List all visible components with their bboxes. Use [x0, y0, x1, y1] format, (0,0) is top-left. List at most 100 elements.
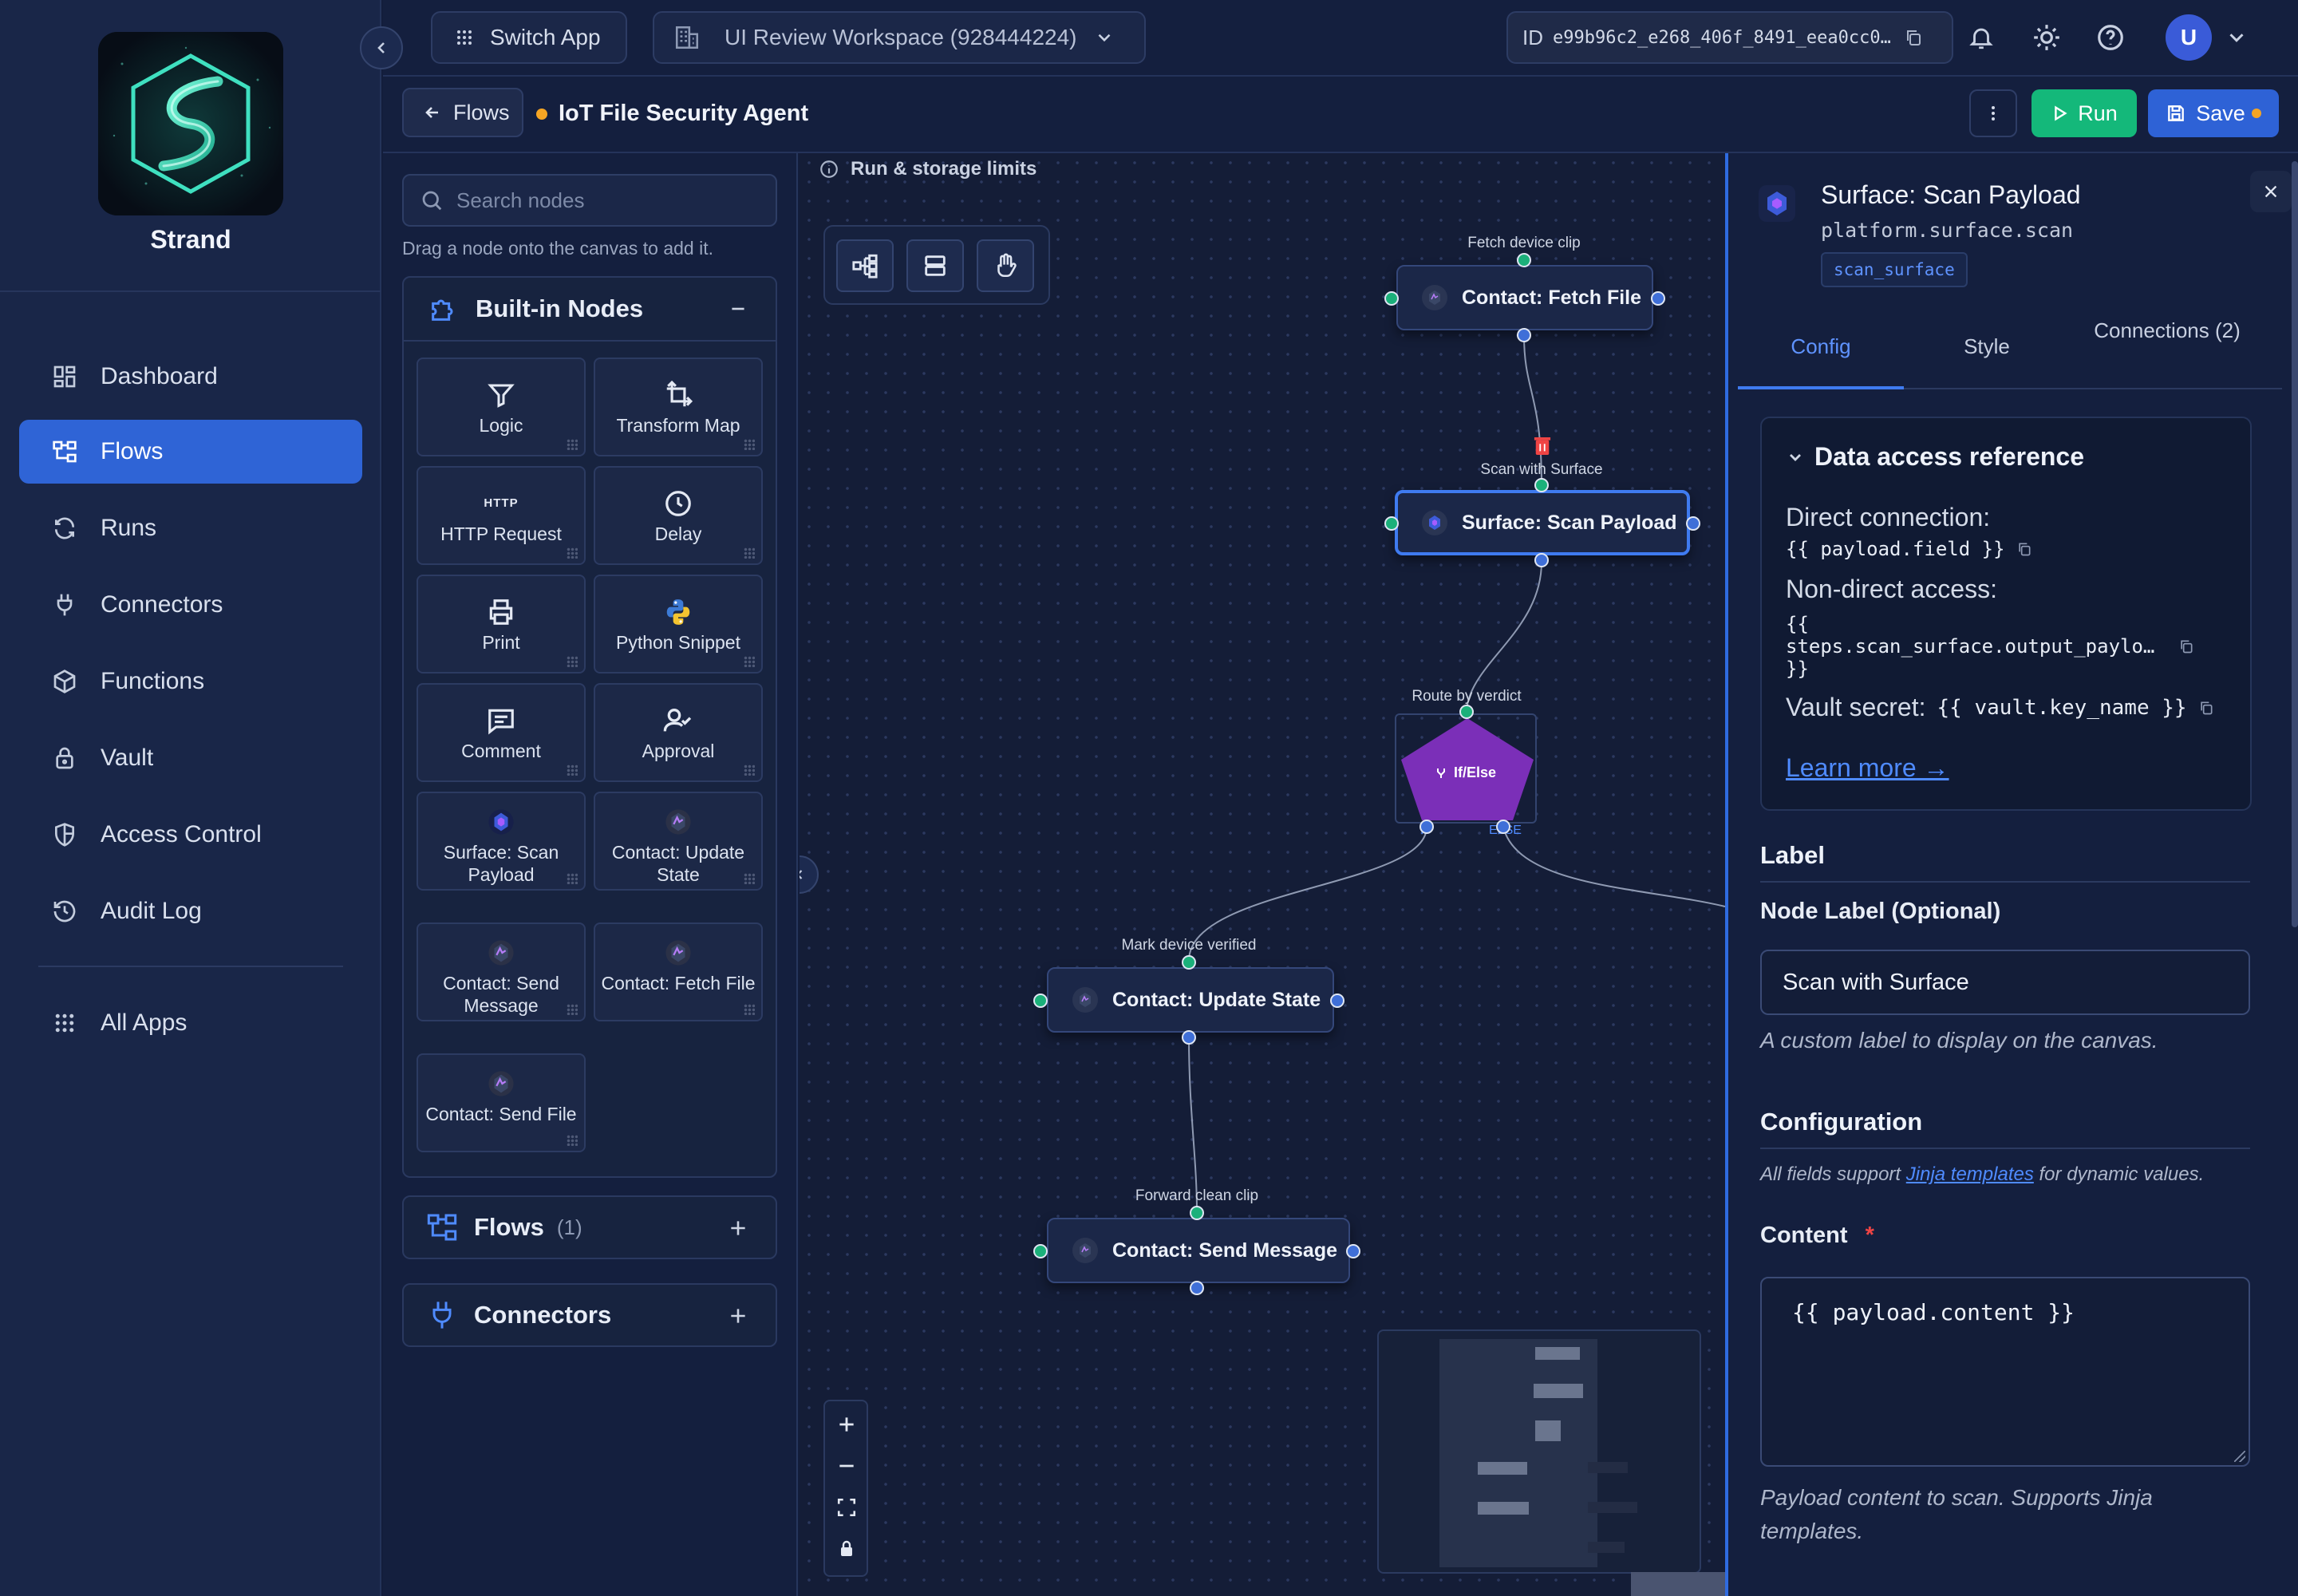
properties-scrollbar[interactable]: [2292, 161, 2298, 927]
flow-node-update-state[interactable]: Contact: Update State: [1047, 967, 1334, 1033]
sidebar-divider: [0, 290, 381, 292]
copy-icon[interactable]: [1904, 28, 1923, 47]
copy-icon[interactable]: [2198, 700, 2214, 716]
flow-canvas[interactable]: Run & storage limits Fetch device clip C…: [800, 153, 1725, 1596]
palette-node-label: Print: [482, 632, 520, 653]
bell-icon[interactable]: [1968, 24, 1995, 51]
back-to-flows-button[interactable]: Flows: [402, 88, 523, 137]
zoom-in-icon[interactable]: [836, 1414, 857, 1435]
unsaved-dot: [2251, 109, 2261, 118]
non-direct-access-code: steps.scan_surface.output_paylo…: [1786, 635, 2194, 658]
palette-node-label: Comment: [461, 741, 541, 761]
brand-name: Strand: [150, 225, 231, 254]
close-panel-button[interactable]: [2250, 171, 2292, 212]
sidebar-item-flows[interactable]: Flows: [19, 420, 362, 484]
content-textarea[interactable]: {{ payload.content }}: [1760, 1277, 2250, 1467]
palette-node-contact-fetch-file[interactable]: Contact: Fetch File: [594, 922, 763, 1021]
palette-node-transform-map[interactable]: Transform Map: [594, 358, 763, 456]
contact-icon: [1422, 285, 1447, 310]
plus-icon[interactable]: [728, 1218, 748, 1238]
palette-node-approval[interactable]: Approval: [594, 683, 763, 782]
flow-node-if-else[interactable]: If/Else IF ELSE: [1395, 713, 1537, 837]
sidebar-item-dashboard[interactable]: Dashboard: [19, 345, 362, 409]
trash-icon[interactable]: [1534, 436, 1551, 456]
jinja-templates-link[interactable]: Jinja templates: [1906, 1163, 2034, 1185]
theme-sun-icon[interactable]: [2031, 22, 2062, 53]
palette-node-delay[interactable]: Delay: [594, 466, 763, 565]
run-button[interactable]: Run: [2031, 89, 2137, 137]
sidebar-item-label: Dashboard: [101, 363, 218, 389]
palette-node-contact-send-message[interactable]: Contact: Send Message: [417, 922, 586, 1021]
search-nodes-input[interactable]: Search nodes: [402, 174, 777, 227]
node-label-input[interactable]: Scan with Surface: [1760, 950, 2250, 1015]
user-avatar[interactable]: U: [2166, 14, 2212, 61]
flow-id-display: ID e99b96c2_e268_406f_8491_eea0cc0…: [1506, 11, 1953, 64]
zoom-out-icon[interactable]: [836, 1456, 857, 1476]
back-label: Flows: [453, 100, 510, 124]
comment-icon: [486, 703, 516, 738]
node-label: Contact: Update State: [1112, 988, 1321, 1011]
sidebar-item-runs[interactable]: Runs: [19, 496, 362, 560]
palette-node-logic[interactable]: Logic: [417, 358, 586, 456]
if-port-label: IF: [1420, 824, 1432, 837]
sidebar-item-vault[interactable]: Vault: [19, 726, 362, 790]
copy-icon[interactable]: [2178, 638, 2194, 654]
minimap[interactable]: [1377, 1329, 1701, 1574]
learn-more-link[interactable]: Learn more →: [1786, 753, 1949, 783]
flows-section-header[interactable]: Flows (1): [402, 1195, 777, 1259]
tab-style[interactable]: Style: [1904, 335, 2070, 358]
palette-node-python-snippet[interactable]: Python Snippet: [594, 575, 763, 674]
reference-header[interactable]: Data access reference: [1786, 442, 2084, 472]
plug-icon: [426, 1299, 458, 1331]
properties-panel: Surface: Scan Payload platform.surface.s…: [1725, 153, 2298, 1596]
palette-node-print[interactable]: Print: [417, 575, 586, 674]
chevron-down-icon: [1786, 448, 1805, 467]
sidebar-item-label: Functions: [101, 668, 205, 694]
palette-node-label: Approval: [642, 741, 715, 761]
palette-node-label: HTTP Request: [440, 523, 562, 544]
filter-icon: [487, 377, 515, 413]
plus-icon[interactable]: [728, 1306, 748, 1326]
chevron-down-icon[interactable]: [2225, 26, 2249, 49]
sidebar-item-audit-log[interactable]: Audit Log: [19, 879, 362, 943]
palette-node-http-request[interactable]: HTTP HTTP Request: [417, 466, 586, 565]
flow-node-fetch-file[interactable]: Contact: Fetch File: [1396, 265, 1653, 330]
collapse-minus-icon[interactable]: [728, 298, 748, 319]
run-label: Run: [2078, 101, 2118, 125]
sidebar-item-access-control[interactable]: Access Control: [19, 803, 362, 867]
tab-config[interactable]: Config: [1738, 335, 1904, 358]
palette-node-contact-send-file[interactable]: Contact: Send File: [417, 1053, 586, 1152]
fit-view-icon[interactable]: [836, 1497, 857, 1518]
resize-handle[interactable]: [2234, 1451, 2245, 1462]
save-button[interactable]: Save: [2148, 89, 2279, 137]
sidebar-item-all-apps[interactable]: All Apps: [19, 991, 362, 1055]
switch-app-button[interactable]: Switch App: [431, 11, 627, 64]
building-icon: [673, 24, 701, 51]
flow-node-surface-scan-payload[interactable]: Surface: Scan Payload: [1395, 490, 1690, 555]
search-icon: [420, 188, 444, 212]
flow-node-send-message[interactable]: Contact: Send Message: [1047, 1218, 1350, 1283]
sidebar-item-connectors[interactable]: Connectors: [19, 573, 362, 637]
section-divider: [1760, 881, 2250, 883]
runs-icon: [49, 513, 80, 543]
copy-icon[interactable]: [2016, 541, 2032, 557]
minimap-node: [1588, 1542, 1625, 1553]
contact-icon: [488, 1066, 515, 1101]
plug-icon: [49, 590, 80, 620]
help-icon[interactable]: [2095, 22, 2126, 53]
tab-connections[interactable]: Connections (2): [2087, 319, 2247, 342]
palette-node-surface-scan-payload[interactable]: Surface: Scan Payload: [417, 792, 586, 891]
chevron-left-icon: [372, 38, 391, 57]
lock-icon[interactable]: [837, 1539, 856, 1559]
sidebar-collapse-button[interactable]: [360, 26, 403, 69]
palette-node-contact-update-state[interactable]: Contact: Update State: [594, 792, 763, 891]
sidebar-item-functions[interactable]: Functions: [19, 650, 362, 713]
connectors-section-header[interactable]: Connectors: [402, 1283, 777, 1347]
workspace-selector[interactable]: UI Review Workspace (928444224): [653, 11, 1146, 64]
chevron-down-icon: [1094, 27, 1115, 48]
sidebar-item-label: Audit Log: [101, 898, 202, 924]
palette-node-comment[interactable]: Comment: [417, 683, 586, 782]
required-mark: *: [1865, 1223, 1874, 1248]
built-in-nodes-header[interactable]: Built-in Nodes: [404, 278, 776, 342]
more-options-button[interactable]: [1969, 89, 2017, 137]
